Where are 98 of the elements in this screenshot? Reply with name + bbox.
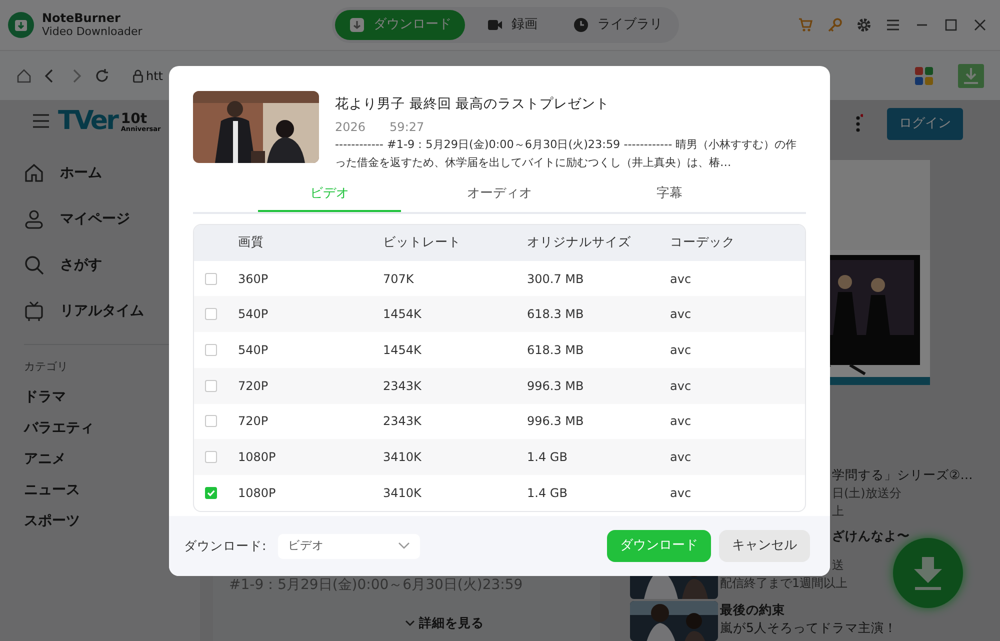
cart-icon[interactable] <box>798 17 814 33</box>
nav-item[interactable]: ホーム <box>24 150 200 196</box>
table-cell-text: 360P <box>238 270 270 288</box>
table-cell-text: avc <box>670 449 692 466</box>
download-button[interactable]: ダウンロード <box>607 530 711 562</box>
table-cell-text: 2343K <box>383 378 422 395</box>
chevron-down-icon <box>405 620 415 628</box>
table-cell-text: 720P <box>238 413 270 430</box>
table-cell-text: 300.7 MB <box>527 270 585 288</box>
close-icon[interactable] <box>972 17 988 33</box>
details-link[interactable]: 詳細を見る <box>405 614 484 633</box>
column-header: オリジナルサイズ <box>527 233 632 252</box>
nav-item[interactable]: さがす <box>24 242 200 288</box>
table-cell-text: 540P <box>238 306 270 324</box>
table-cell-text: 618.3 MB <box>527 342 585 359</box>
table-cell-text: 3410K <box>383 449 422 466</box>
table-cell-text: 707K <box>383 270 415 288</box>
table-cell-text: 1454K <box>383 342 422 359</box>
table-cell-text: avc <box>670 342 692 359</box>
download-icon <box>349 17 366 33</box>
home-icon[interactable] <box>16 68 32 84</box>
app-tab[interactable]: 録画 <box>473 10 552 40</box>
download-icon[interactable] <box>958 64 984 88</box>
clock-icon <box>573 17 590 33</box>
table-cell-text: 3410K <box>383 484 422 502</box>
reload-icon[interactable] <box>94 68 110 84</box>
table-cell-text: 540P <box>238 342 270 359</box>
item-title: 最後の約束 <box>720 601 786 619</box>
table-cell-text: 996.3 MB <box>527 378 585 395</box>
checkbox[interactable] <box>205 380 217 392</box>
nav-item[interactable]: リアルタイム <box>24 288 200 334</box>
column-header: コーデック <box>670 233 735 252</box>
video-title: 花より男子 最終回 最高のラストプレゼント <box>335 95 611 114</box>
dialog-tab[interactable]: オーディオ <box>428 178 571 212</box>
video-year: 2026 <box>335 119 366 136</box>
chevron-down-icon <box>398 542 410 550</box>
item-text: 学問する」シリーズ②… <box>832 466 973 484</box>
checkbox[interactable] <box>205 415 217 428</box>
anniversary-text: 10t <box>120 112 148 126</box>
column-header: 画質 <box>238 233 265 252</box>
table-cell-text: avc <box>670 270 692 288</box>
video-duration: 59:27 <box>390 119 424 136</box>
menu-icon[interactable] <box>885 17 901 33</box>
app-subtitle: Video Downloader <box>42 25 142 38</box>
table-cell-text: avc <box>670 306 692 324</box>
checkbox[interactable] <box>205 486 217 499</box>
format-select[interactable]: ビデオ <box>278 534 420 558</box>
column-header: ビットレート <box>383 233 462 252</box>
checkbox[interactable] <box>205 272 217 285</box>
category-heading: カテゴリ <box>24 359 69 375</box>
settings-icon[interactable] <box>856 17 872 33</box>
table-cell-text: 2343K <box>383 413 422 430</box>
dialog-tab[interactable]: 字幕 <box>598 178 741 212</box>
maximize-icon[interactable] <box>943 17 959 33</box>
lock-icon <box>132 68 144 82</box>
url-text: htt <box>146 68 164 84</box>
app-tab[interactable]: ライブラリ <box>559 10 676 40</box>
item-text: 上 <box>832 503 845 520</box>
item-title: ざけんなよ〜 <box>832 527 910 545</box>
app-name: NoteBurner <box>42 12 122 25</box>
format-label: ダウンロード: <box>184 536 266 555</box>
table-cell-text: 996.3 MB <box>527 413 585 430</box>
checkbox[interactable] <box>205 308 217 320</box>
table-cell-text: avc <box>670 378 692 395</box>
home-icon <box>24 163 44 183</box>
table-cell-text: 1080P <box>238 484 277 502</box>
checkbox[interactable] <box>205 344 217 356</box>
logo-icon <box>8 12 34 38</box>
item-text: 嵐が5人そろってドラマ主演！ <box>720 619 897 637</box>
video-description: ------------ #1-9：5月29日(金)0:00～6月30日(火)23:59 ------------ 晴男（小林すすむ）の作った借金を返すため、休学届を出してバイトに励むつくし（井上真央）は、椿… <box>335 137 798 172</box>
app-tab[interactable]: ダウンロード <box>335 10 466 40</box>
dialog-tab[interactable]: ビデオ <box>258 178 401 212</box>
table-cell-text: 1080P <box>238 449 277 466</box>
item-text: 送 <box>832 557 845 574</box>
apps-icon[interactable] <box>914 66 934 86</box>
person-icon <box>24 209 44 229</box>
item-text: 日(土)放送分 <box>832 485 902 502</box>
key-icon[interactable] <box>827 17 843 33</box>
table-cell-text: 1.4 GB <box>527 484 568 502</box>
search-icon <box>24 255 44 275</box>
cancel-button[interactable]: キャンセル <box>719 530 810 562</box>
nav-item[interactable]: マイページ <box>24 196 200 242</box>
table-cell-text: 720P <box>238 378 270 395</box>
table-cell-text: 1454K <box>383 306 422 324</box>
item-text: 配信終了まで1週間以上 <box>720 575 849 592</box>
menu-icon[interactable] <box>32 113 50 129</box>
table-cell-text: 618.3 MB <box>527 306 585 324</box>
table-cell-text: avc <box>670 484 692 502</box>
video-camera-icon <box>487 17 504 33</box>
site-logo[interactable]: TVer <box>58 108 117 134</box>
download-icon <box>912 555 944 591</box>
more-icon[interactable] <box>855 114 863 134</box>
table-cell-text: avc <box>670 413 692 430</box>
download-button[interactable] <box>893 538 963 608</box>
login-button[interactable]: ログイン <box>887 108 963 140</box>
checkbox[interactable] <box>205 451 217 464</box>
tv-icon <box>24 301 44 321</box>
table-cell-text: 1.4 GB <box>527 449 568 466</box>
